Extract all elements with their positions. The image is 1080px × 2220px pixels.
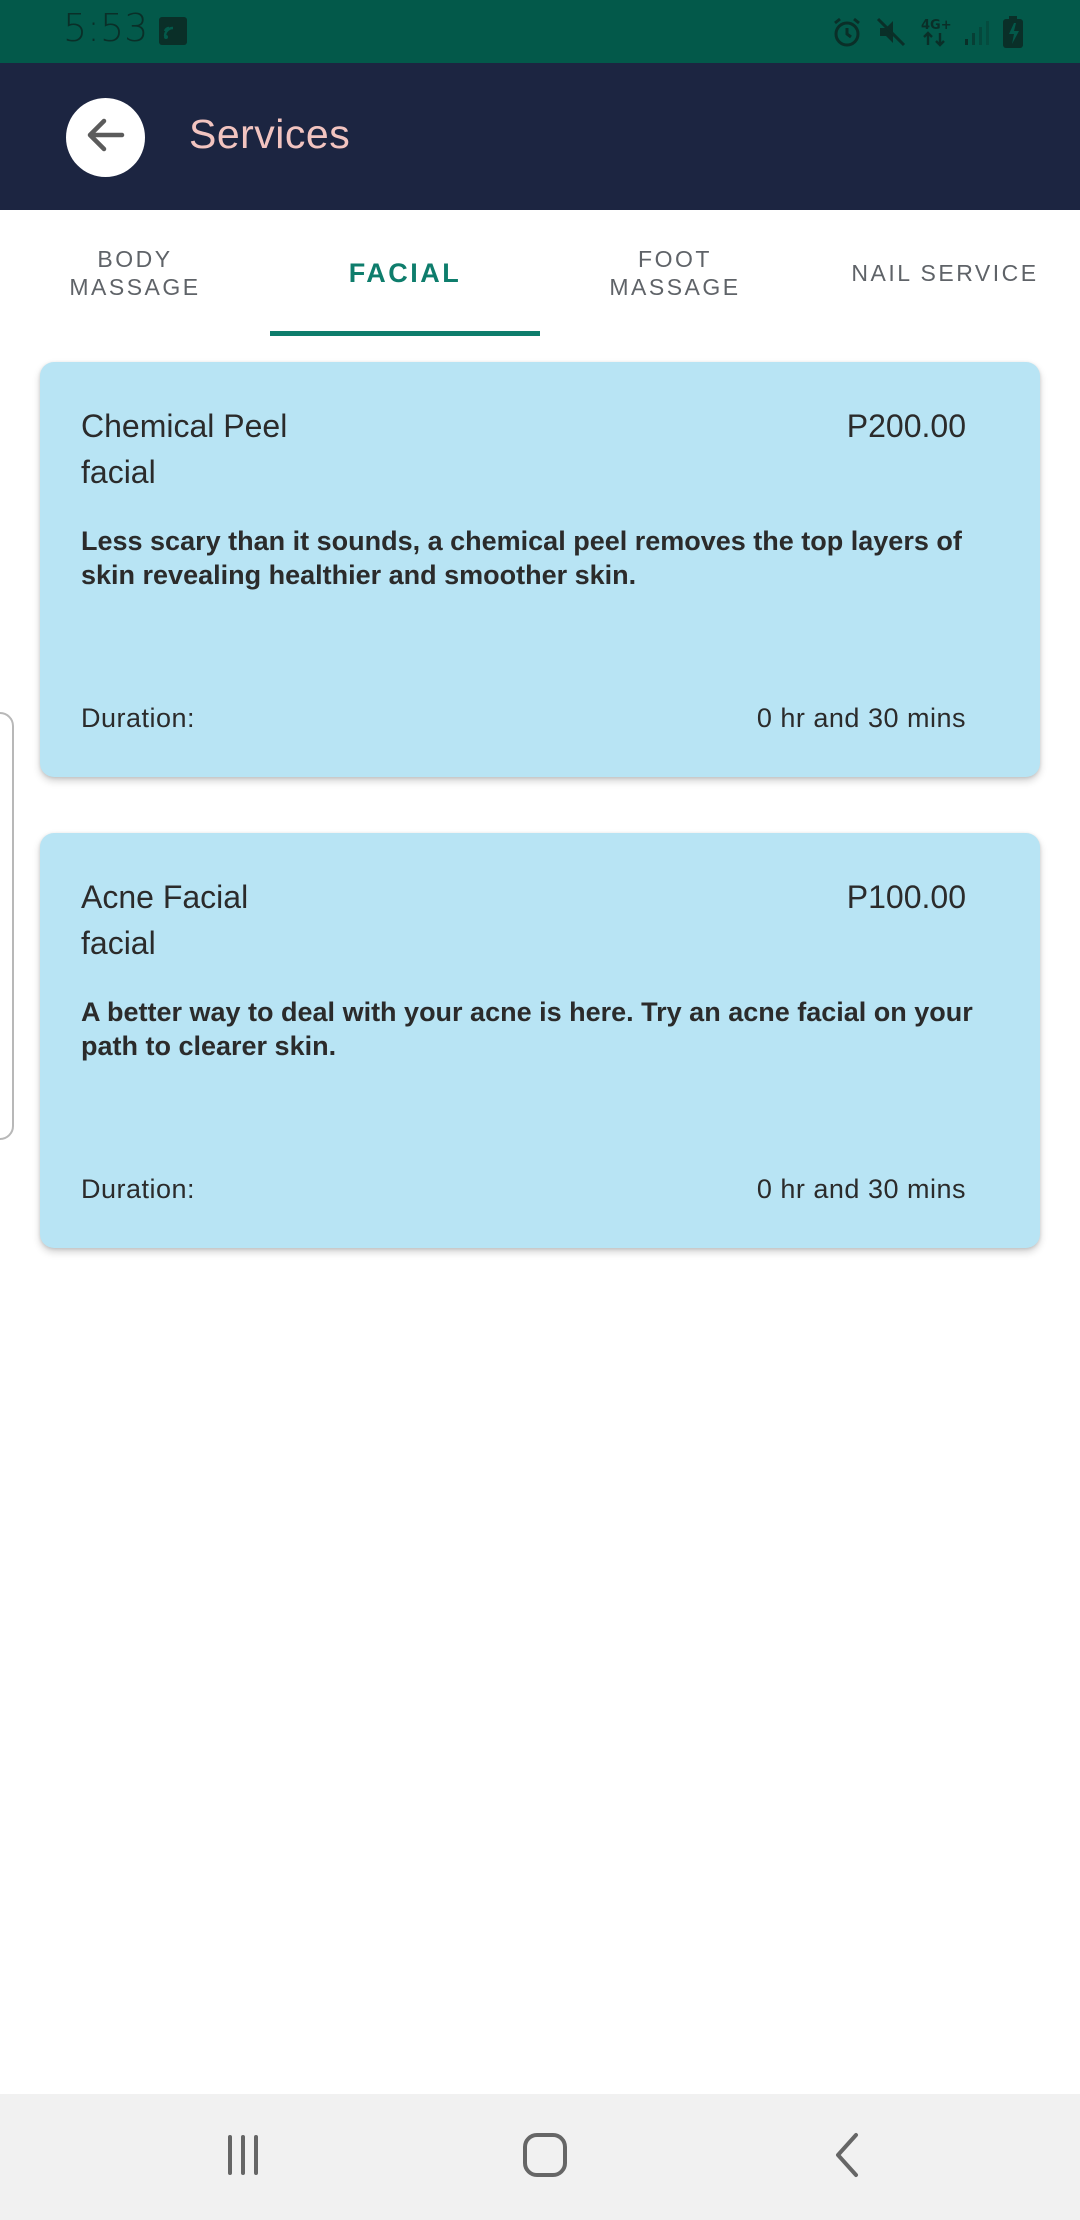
service-description: A better way to deal with your acne is h…	[81, 997, 973, 1061]
tab-label: FACIAL	[348, 258, 462, 288]
tab-body-massage[interactable]: BODY MASSAGE	[0, 210, 270, 336]
service-name: Chemical Peel	[81, 408, 288, 444]
home-icon	[521, 2131, 569, 2184]
battery-charging-icon	[1002, 15, 1024, 49]
tab-label: BODY MASSAGE	[69, 246, 201, 300]
alarm-icon	[830, 15, 864, 49]
svg-text:4G+: 4G+	[921, 18, 952, 33]
category-tabs: BODY MASSAGE FACIAL FOOT MASSAGE NAIL SE…	[0, 210, 1080, 336]
duration-value: 0 hr and 30 mins	[756, 1174, 966, 1204]
home-button[interactable]	[515, 2132, 575, 2182]
service-description: Less scary than it sounds, a chemical pe…	[81, 526, 962, 590]
tab-label: FOOT MASSAGE	[609, 246, 741, 300]
status-time: 5:53	[63, 6, 149, 50]
arrow-back-icon	[84, 113, 128, 162]
service-price: P200.00	[846, 408, 966, 444]
duration-value: 0 hr and 30 mins	[756, 703, 966, 733]
duration-label: Duration:	[81, 703, 196, 733]
tab-foot-massage[interactable]: FOOT MASSAGE	[540, 210, 810, 336]
back-icon	[828, 2131, 868, 2184]
service-category: facial	[81, 925, 156, 961]
tab-nail-service[interactable]: NAIL SERVICE	[810, 210, 1080, 336]
back-button[interactable]	[66, 98, 145, 177]
tab-facial[interactable]: FACIAL	[270, 210, 540, 336]
system-nav-bar	[0, 2094, 1080, 2220]
status-bar: 5:53 4G+	[0, 0, 1080, 63]
recent-apps-button[interactable]	[213, 2132, 273, 2182]
nav-back-button[interactable]	[818, 2132, 878, 2182]
service-card[interactable]: Chemical Peel facial P200.00 Less scary …	[40, 362, 1040, 777]
status-icons: 4G+	[830, 12, 1024, 52]
active-tab-indicator	[270, 331, 540, 336]
recent-apps-icon	[221, 2133, 265, 2182]
page-title: Services	[189, 111, 351, 157]
duration-label: Duration:	[81, 1174, 196, 1204]
signal-icon	[962, 17, 992, 47]
edge-panel-handle[interactable]	[0, 712, 14, 1140]
tab-label: NAIL SERVICE	[851, 260, 1039, 286]
app-bar: Services	[0, 63, 1080, 210]
service-card[interactable]: Acne Facial facial P100.00 A better way …	[40, 833, 1040, 1248]
service-price: P100.00	[846, 879, 966, 915]
service-name: Acne Facial	[81, 879, 249, 915]
mute-icon	[874, 15, 908, 49]
service-category: facial	[81, 454, 156, 490]
screen-mirror-icon	[158, 16, 188, 46]
4g-data-icon: 4G+	[918, 15, 952, 49]
